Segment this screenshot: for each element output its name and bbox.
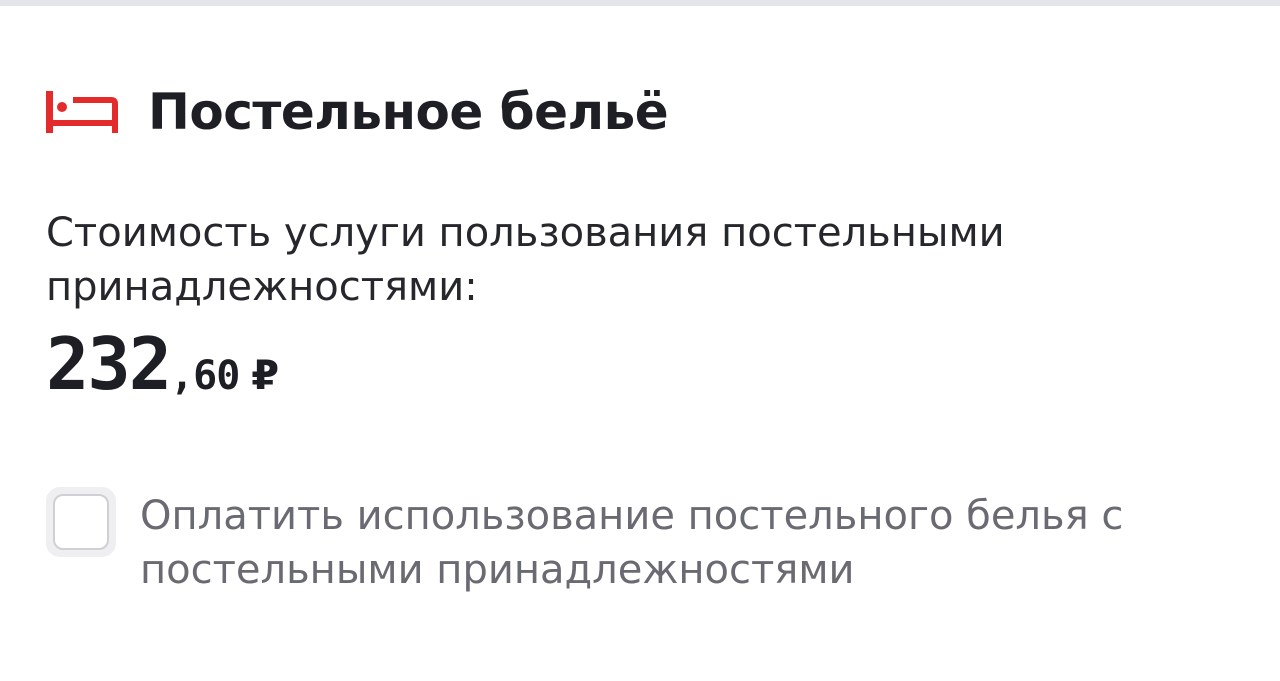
bed-icon (46, 89, 118, 135)
price-value: 232 ,60 ₽ (46, 322, 279, 406)
checkbox-box[interactable] (53, 494, 109, 550)
bedding-payment-option[interactable]: Оплатить использование постельного белья… (46, 487, 1200, 597)
section-title: Постельное бельё (148, 83, 669, 141)
price-label: Стоимость услуги пользования постельными… (46, 210, 1005, 310)
section-header: Постельное бельё (46, 82, 669, 142)
currency-symbol: ₽ (251, 353, 280, 399)
top-divider (0, 0, 1280, 6)
price-integer: 232 (46, 322, 172, 406)
bedding-payment-checkbox[interactable] (46, 487, 116, 557)
bedding-payment-label[interactable]: Оплатить использование постельного белья… (140, 489, 1200, 597)
price-fraction: ,60 (170, 353, 240, 399)
